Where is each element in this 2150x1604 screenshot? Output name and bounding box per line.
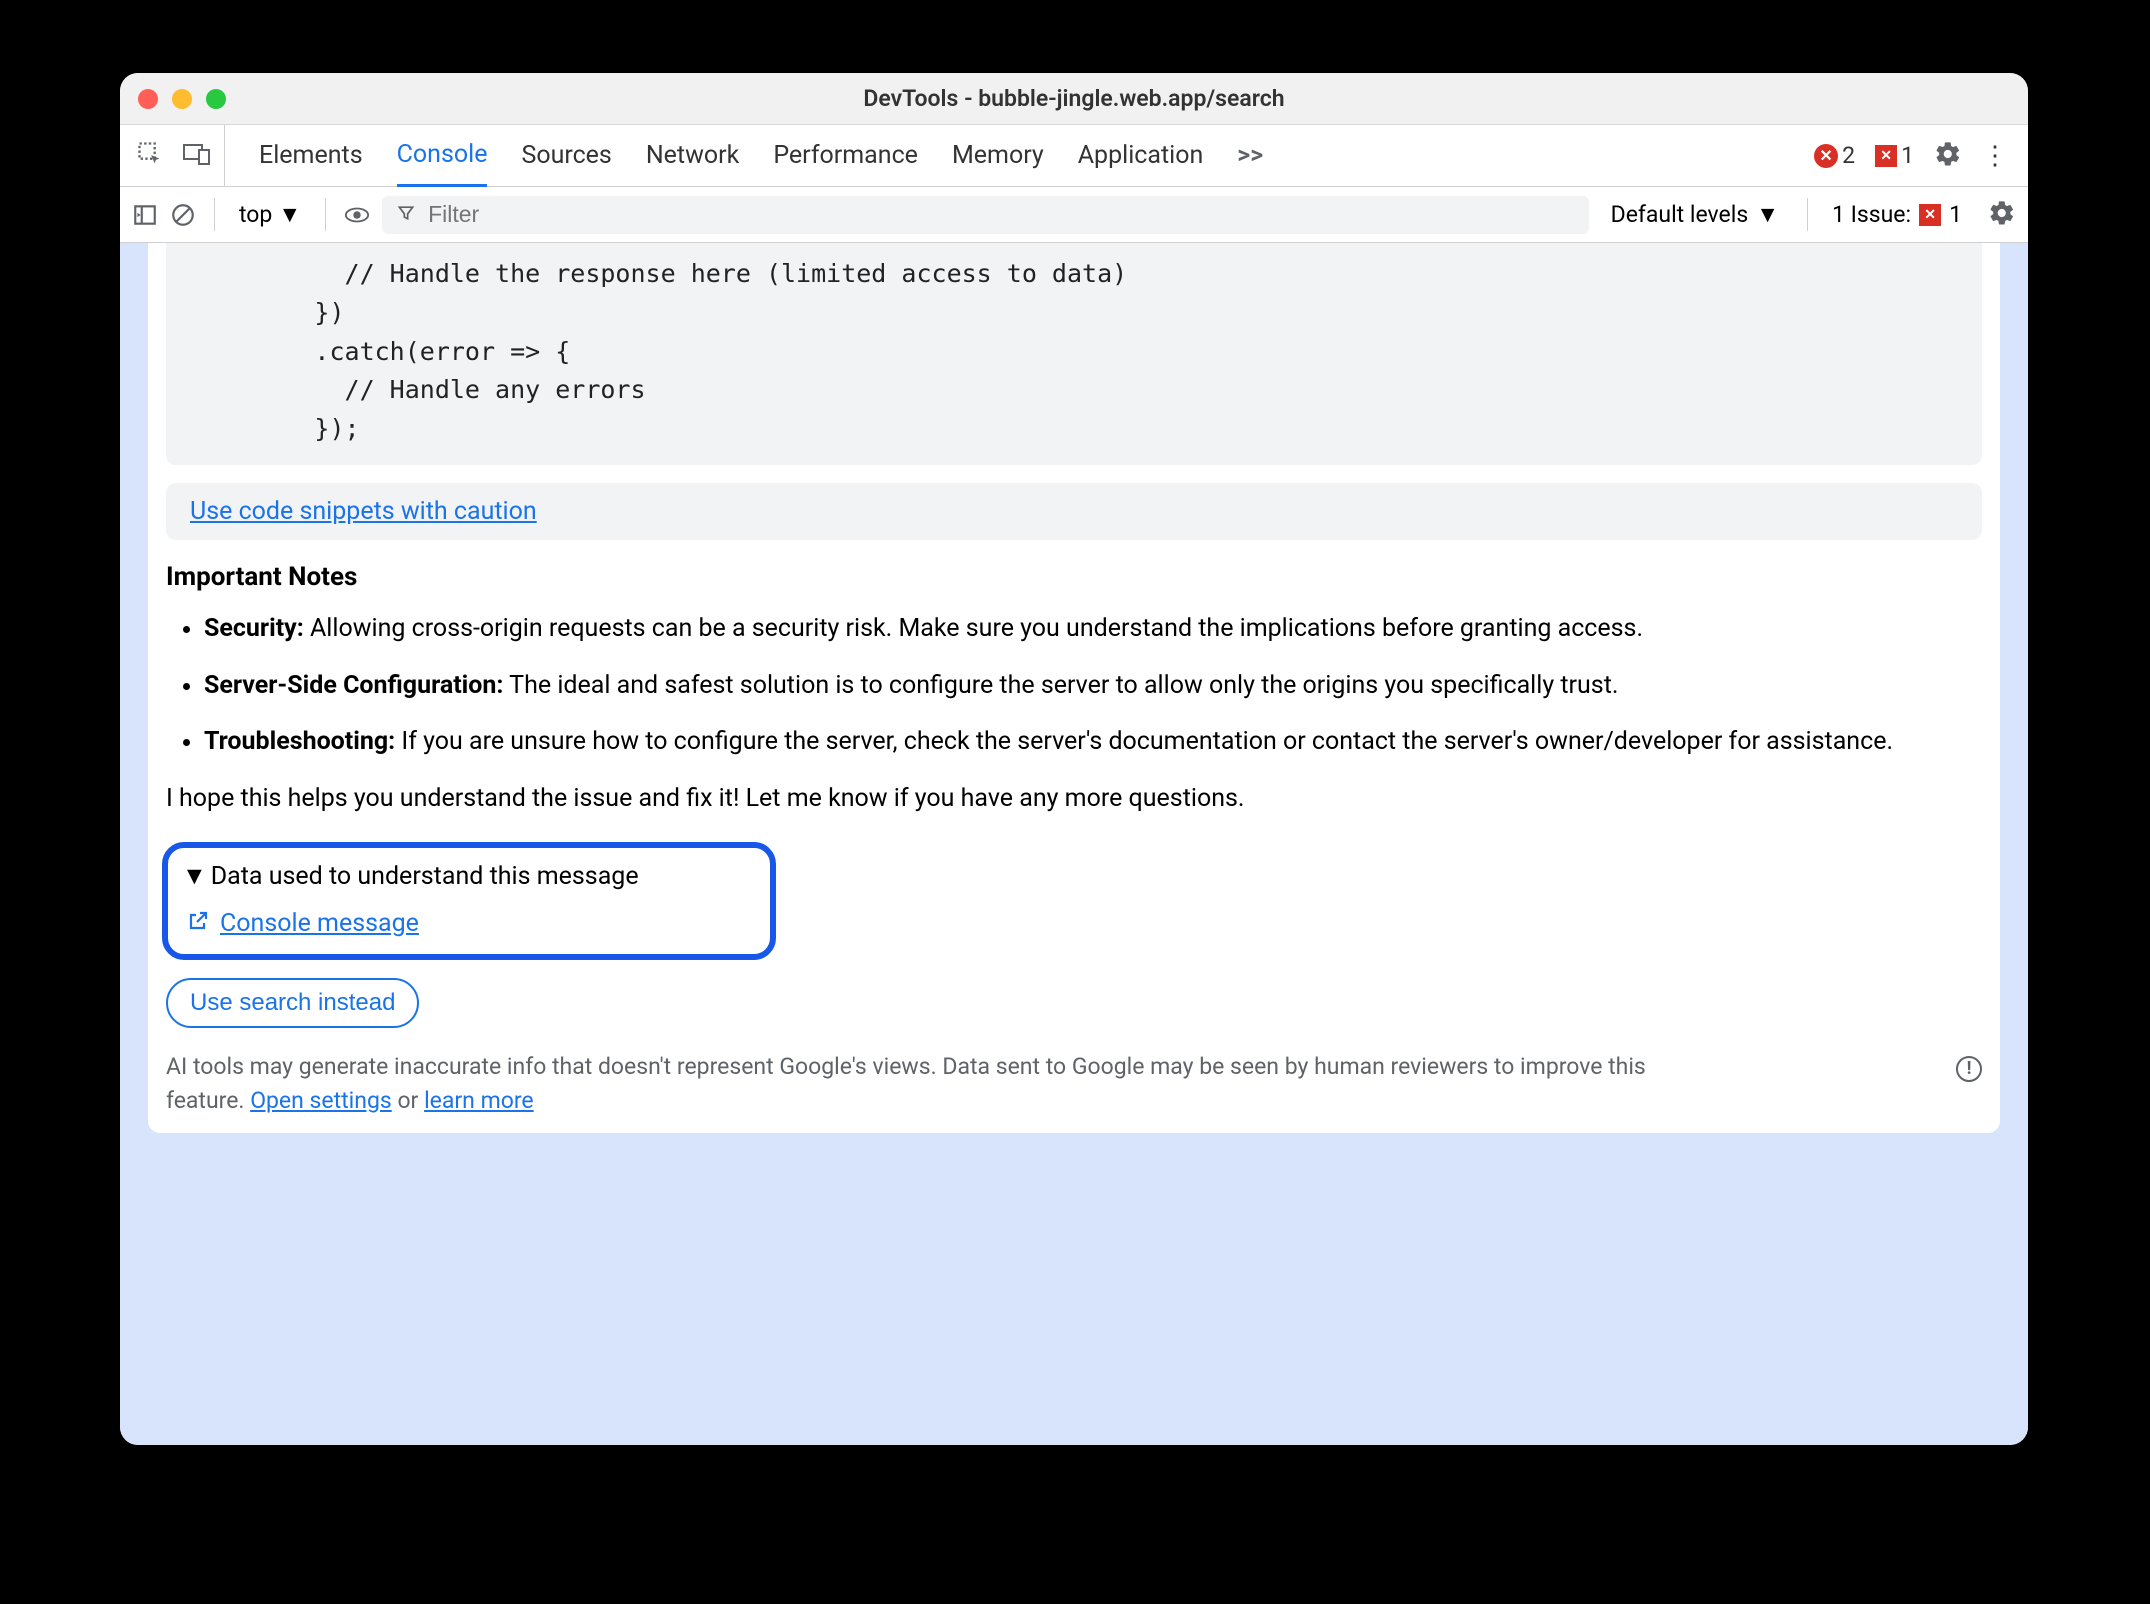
sidebar-toggle-icon[interactable] [132, 202, 158, 228]
open-external-icon [186, 909, 210, 937]
clear-console-icon[interactable] [170, 202, 196, 228]
tab-elements[interactable]: Elements [259, 125, 363, 186]
issue-flag-icon: ✕ [1875, 145, 1897, 167]
closing-text: I hope this helps you understand the iss… [148, 780, 2000, 818]
issue-flag-icon: ✕ [1919, 204, 1941, 226]
note-item: Troubleshooting: If you are unsure how t… [204, 723, 1982, 762]
execution-context-selector[interactable]: top ▼ [233, 201, 307, 228]
device-toolbar-icon[interactable] [182, 141, 212, 171]
info-icon[interactable]: ! [1956, 1056, 1982, 1082]
issues-indicator[interactable]: 1 Issue: ✕ 1 [1826, 201, 1968, 228]
open-settings-link[interactable]: Open settings [250, 1087, 392, 1114]
close-window-button[interactable] [138, 89, 158, 109]
ai-disclaimer: AI tools may generate inaccurate info th… [166, 1050, 1982, 1119]
filter-icon [396, 203, 416, 227]
error-icon: ✕ [1814, 144, 1838, 168]
chevron-down-icon: ▼ [278, 201, 301, 228]
data-used-disclosure[interactable]: ▼ Data used to understand this message [182, 862, 756, 891]
issues-badge[interactable]: ✕ 1 [1875, 142, 1914, 169]
learn-more-link[interactable]: learn more [424, 1087, 534, 1114]
filter-input[interactable] [428, 201, 1575, 228]
tab-sources[interactable]: Sources [521, 125, 611, 186]
maximize-window-button[interactable] [206, 89, 226, 109]
code-snippet: // Handle the response here (limited acc… [166, 243, 1982, 465]
caution-link[interactable]: Use code snippets with caution [190, 497, 537, 526]
note-item: Server-Side Configuration: The ideal and… [204, 667, 1982, 706]
minimize-window-button[interactable] [172, 89, 192, 109]
errors-badge[interactable]: ✕ 2 [1814, 142, 1855, 169]
settings-icon[interactable] [1934, 140, 1962, 172]
notes-heading: Important Notes [166, 562, 1982, 592]
important-notes-section: Important Notes Security: Allowing cross… [148, 540, 2000, 762]
console-toolbar: top ▼ Default levels ▼ 1 Issue: ✕ 1 [120, 187, 2028, 243]
inspect-icon[interactable] [136, 140, 164, 172]
tab-overflow[interactable]: >> [1237, 125, 1263, 186]
devtools-window: DevTools - bubble-jingle.web.app/search … [120, 73, 2028, 1445]
window-title: DevTools - bubble-jingle.web.app/search [863, 85, 1284, 112]
tab-application[interactable]: Application [1078, 125, 1204, 186]
console-settings-icon[interactable] [1988, 199, 2016, 231]
live-expression-icon[interactable] [344, 202, 370, 228]
panel-tabs: Elements Console Sources Network Perform… [229, 125, 1810, 186]
disclosure-triangle-icon: ▼ [182, 862, 207, 891]
titlebar: DevTools - bubble-jingle.web.app/search [120, 73, 2028, 125]
ai-insight-card: // Handle the response here (limited acc… [148, 243, 2000, 1133]
chevron-down-icon: ▼ [1756, 201, 1779, 228]
filter-input-container [382, 196, 1589, 234]
console-content: // Handle the response here (limited acc… [120, 243, 2028, 1445]
log-levels-selector[interactable]: Default levels ▼ [1601, 201, 1789, 228]
caution-box: Use code snippets with caution [166, 483, 1982, 540]
tab-memory[interactable]: Memory [952, 125, 1044, 186]
tab-console[interactable]: Console [397, 126, 488, 187]
console-message-link[interactable]: Console message [220, 909, 419, 938]
panel-tabs-row: Elements Console Sources Network Perform… [120, 125, 2028, 187]
data-used-callout: ▼ Data used to understand this message C… [162, 842, 776, 960]
tab-performance[interactable]: Performance [773, 125, 918, 186]
more-menu-icon[interactable]: ⋮ [1982, 141, 2008, 171]
note-item: Security: Allowing cross-origin requests… [204, 610, 1982, 649]
use-search-instead-button[interactable]: Use search instead [166, 978, 419, 1028]
tab-network[interactable]: Network [646, 125, 739, 186]
window-controls [138, 89, 226, 109]
